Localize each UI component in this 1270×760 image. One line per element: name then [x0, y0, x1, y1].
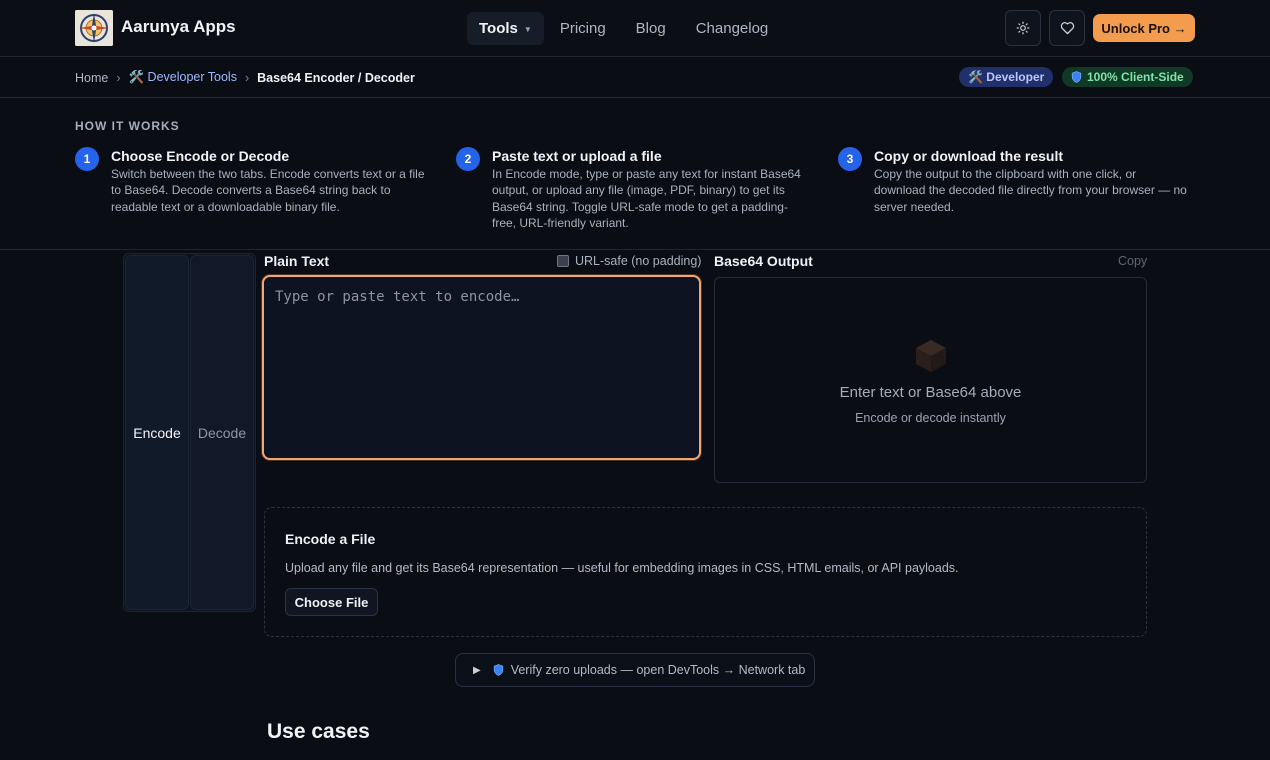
base64-output-label: Base64 Output — [714, 253, 813, 269]
verify-label: Verify zero uploads — open DevTools → Ne… — [510, 663, 806, 677]
heart-icon — [1060, 22, 1074, 35]
empty-state-title: Enter text or Base64 above — [839, 384, 1022, 401]
theme-toggle-button[interactable] — [1005, 10, 1041, 46]
copy-button[interactable]: Copy — [1118, 254, 1147, 268]
client-side-badge: 100% Client-Side — [1062, 67, 1193, 87]
step-number: 1 — [75, 147, 99, 171]
breadcrumb-home[interactable]: Home — [75, 71, 108, 85]
tab-decode[interactable]: Decode — [190, 255, 254, 610]
encode-file-title: Encode a File — [285, 531, 376, 547]
step-title: Paste text or upload a file — [492, 148, 662, 164]
nav-tools-label: Tools — [479, 20, 518, 37]
favorites-button[interactable] — [1049, 10, 1085, 46]
compass-logo-icon — [75, 10, 113, 46]
top-navbar: Aarunya Apps Tools ▼ Pricing Blog Changel… — [0, 0, 1270, 57]
developer-badge: 🛠️ Developer — [959, 67, 1054, 87]
step-title: Copy or download the result — [874, 148, 1064, 164]
step-description: Switch between the two tabs. Encode conv… — [111, 167, 425, 214]
step-number: 2 — [456, 147, 480, 171]
plain-text-input[interactable] — [262, 275, 701, 460]
breadcrumb-bar: Home › 🛠️ Developer Tools › Base64 Encod… — [0, 57, 1270, 98]
chevron-down-icon: ▼ — [523, 24, 532, 34]
step-description: In Encode mode, type or paste any text f… — [492, 167, 801, 230]
shield-icon — [1071, 71, 1082, 83]
shield-icon — [493, 664, 504, 676]
empty-state-subtitle: Encode or decode instantly — [855, 411, 1006, 425]
mode-tabs: Encode Decode — [123, 253, 256, 612]
url-safe-label: URL-safe (no padding) — [575, 254, 702, 268]
choose-file-button[interactable]: Choose File — [285, 588, 378, 616]
breadcrumb-developer-tools[interactable]: 🛠️ Developer Tools — [129, 70, 237, 85]
brand-logo[interactable] — [75, 10, 113, 46]
nav-blog[interactable]: Blog — [622, 12, 680, 45]
nav-pricing[interactable]: Pricing — [546, 12, 620, 45]
base64-output-panel: Enter text or Base64 above Encode or dec… — [714, 277, 1147, 483]
encode-file-description: Upload any file and get its Base64 repre… — [285, 561, 959, 575]
nav-changelog[interactable]: Changelog — [682, 12, 783, 45]
nav-tools[interactable]: Tools ▼ — [467, 12, 544, 45]
encode-file-dropzone: Encode a File Upload any file and get it… — [264, 507, 1147, 637]
breadcrumb-separator: › — [116, 70, 121, 85]
breadcrumb-separator: › — [244, 70, 250, 85]
step-description: Copy the output to the clipboard with on… — [874, 167, 1187, 214]
use-cases-heading: Use cases — [267, 720, 370, 743]
breadcrumb-current: Base64 Encoder / Decoder — [257, 70, 415, 85]
brand-name[interactable]: Aarunya Apps — [121, 17, 236, 37]
how-it-works-title: HOW IT WORKS — [75, 119, 180, 133]
tab-encode[interactable]: Encode — [125, 255, 189, 610]
step-number: 3 — [838, 147, 862, 171]
client-side-badge-label: 100% Client-Side — [1087, 70, 1184, 84]
unlock-pro-button[interactable]: Unlock Pro → — [1093, 14, 1195, 42]
play-icon: ▶ — [473, 664, 481, 676]
cube-icon — [916, 340, 946, 372]
breadcrumb: Home › 🛠️ Developer Tools › Base64 Encod… — [75, 70, 415, 85]
url-safe-toggle[interactable]: URL-safe (no padding) — [557, 254, 701, 268]
how-it-works-section: HOW IT WORKS 1 Choose Encode or Decode S… — [0, 98, 1270, 250]
main-nav: Tools ▼ Pricing Blog Changelog — [467, 12, 784, 45]
verify-zero-uploads-toggle[interactable]: ▶ Verify zero uploads — open DevTools → … — [455, 653, 815, 687]
url-safe-checkbox[interactable] — [557, 255, 569, 267]
sun-icon — [1016, 21, 1030, 35]
plain-text-label: Plain Text — [264, 253, 330, 269]
step-title: Choose Encode or Decode — [111, 148, 290, 164]
